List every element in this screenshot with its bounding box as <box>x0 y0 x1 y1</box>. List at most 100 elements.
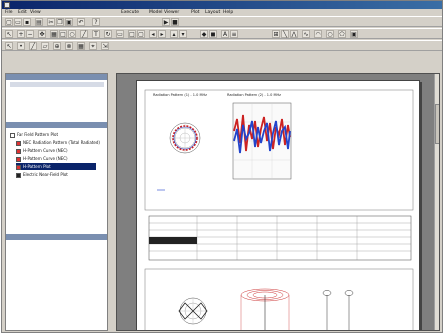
text-icon[interactable]: T <box>92 30 100 38</box>
toolbar-model: ↖ • ╱ ▱ ⊕ ⊗ ▦ ⌖ ⇲ <box>2 40 442 51</box>
zoom-out-icon[interactable]: − <box>26 30 34 38</box>
report-content: Radiation Pattern (1) - 1.0 MHz Radiatio… <box>144 89 414 330</box>
field-icon <box>16 172 21 178</box>
antenna-top <box>322 290 332 296</box>
color-icon[interactable]: ◆ <box>200 30 208 38</box>
plot2-title: Radiation Pattern (2) - 1.0 MHz <box>227 93 281 97</box>
scroll-thumb[interactable] <box>435 104 439 144</box>
zoom-window-icon[interactable]: ⊞ <box>272 30 280 38</box>
tree-item-h-pattern-2[interactable]: H-Pattern Curve (NEC) <box>16 155 68 162</box>
grid-icon[interactable]: ▦ <box>50 30 58 38</box>
font-icon[interactable]: A <box>221 30 229 38</box>
image-icon[interactable]: ▣ <box>350 30 358 38</box>
menu-view[interactable]: View <box>30 9 41 16</box>
arrow-right-icon[interactable]: ▸ <box>158 30 166 38</box>
line-tool-icon[interactable]: ╲ <box>281 30 289 38</box>
app-icon <box>4 2 10 8</box>
plot1-title: Radiation Pattern (1) - 1.0 MHz <box>153 93 207 97</box>
property-row[interactable] <box>10 249 106 256</box>
title-bar <box>2 1 442 9</box>
data-table <box>148 215 412 261</box>
polyline-icon[interactable]: ⋀ <box>290 30 298 38</box>
tree-item-nec-radiation[interactable]: NEC Radiation Pattern (Total Radiated) <box>16 139 100 146</box>
pattern-icon <box>16 140 21 146</box>
export-icon[interactable]: ⇲ <box>101 42 109 50</box>
property-row[interactable] <box>10 271 106 278</box>
copy-icon[interactable]: ❐ <box>56 18 64 26</box>
tree-item-h-pattern-1[interactable]: H-Pattern Curve (NEC) <box>16 147 68 154</box>
mesh-icon[interactable]: ▦ <box>77 42 85 50</box>
run-icon[interactable]: ▶ <box>162 18 170 26</box>
fit-icon[interactable]: ▭ <box>116 30 124 38</box>
fill-icon[interactable]: ◼ <box>209 30 217 38</box>
pane-title-project-tree <box>6 122 107 128</box>
property-row[interactable] <box>10 264 106 271</box>
wire-icon[interactable]: ╱ <box>29 42 37 50</box>
ellipse-icon[interactable]: ○ <box>68 30 76 38</box>
toolbar-standard: ▢ ▭ ▪ ▤ ✂ ❐ ▣ ↶ ? ▶ ■ <box>2 16 442 27</box>
menu-help[interactable]: Help <box>223 9 233 16</box>
tree-item-near-field[interactable]: Electric Near-Field Plot <box>16 171 68 178</box>
up-icon[interactable]: ▴ <box>170 30 178 38</box>
source-icon[interactable]: ⊕ <box>53 42 61 50</box>
frame-icon[interactable]: ▢ <box>137 30 145 38</box>
undo-icon[interactable]: ↶ <box>77 18 85 26</box>
menu-edit[interactable]: Edit <box>18 9 27 16</box>
save-icon[interactable]: ▪ <box>23 18 31 26</box>
menu-layout[interactable]: Layout <box>205 9 220 16</box>
menu-execute[interactable]: Execute <box>121 9 139 16</box>
down-icon[interactable]: ▾ <box>179 30 187 38</box>
probe-icon[interactable]: ⌖ <box>89 42 97 50</box>
menu-bar: File Edit View Execute Model Viewer Plot… <box>2 9 442 16</box>
application-window: File Edit View Execute Model Viewer Plot… <box>1 0 443 333</box>
arrow-icon[interactable]: ↖ <box>5 30 13 38</box>
plate-icon[interactable]: ▱ <box>41 42 49 50</box>
menu-model-viewer[interactable]: Model Viewer <box>149 9 179 16</box>
arc-icon[interactable]: ◠ <box>314 30 322 38</box>
tree-item-h-pattern-plot[interactable]: H-Pattern Plot <box>16 163 96 170</box>
menu-plot[interactable]: Plot <box>191 9 199 16</box>
paste-icon[interactable]: ▣ <box>65 18 73 26</box>
spline-icon[interactable]: ∿ <box>302 30 310 38</box>
menu-file[interactable]: File <box>5 9 13 16</box>
zoom-in-icon[interactable]: + <box>17 30 25 38</box>
node-icon[interactable]: • <box>17 42 25 50</box>
print-icon[interactable]: ▤ <box>35 18 43 26</box>
line-icon[interactable]: ╱ <box>80 30 88 38</box>
property-row[interactable] <box>10 295 106 302</box>
tree-item-far-field[interactable]: Far Field Pattern Plot <box>10 131 58 138</box>
antenna-top <box>344 290 354 296</box>
pane-title-variables <box>6 74 107 80</box>
report-page: Radiation Pattern (1) - 1.0 MHz Radiatio… <box>136 80 420 330</box>
stop-icon[interactable]: ■ <box>171 18 179 26</box>
help-icon[interactable]: ? <box>92 18 100 26</box>
align-icon[interactable]: ≡ <box>230 30 238 38</box>
new-icon[interactable]: ▢ <box>5 18 13 26</box>
variables-row[interactable] <box>10 97 104 102</box>
pattern-icon <box>16 148 21 154</box>
pane-title-properties <box>6 234 107 240</box>
open-icon[interactable]: ▭ <box>14 18 22 26</box>
toolbar-draw: ↖ + − ✥ ▦ □ ○ ╱ T ↻ ▭ □ ▢ ◂ ▸ ▴ ▾ ◆ ◼ A … <box>2 28 442 39</box>
cartesian-plot <box>232 102 292 180</box>
property-row[interactable] <box>10 278 106 285</box>
box-icon[interactable]: □ <box>128 30 136 38</box>
vertical-scrollbar[interactable] <box>434 74 439 330</box>
rotate-icon[interactable]: ↻ <box>104 30 112 38</box>
polygon-icon[interactable]: ⬠ <box>338 30 346 38</box>
property-row[interactable] <box>10 242 106 249</box>
select-icon[interactable]: ↖ <box>5 42 13 50</box>
pattern-icon <box>16 156 21 162</box>
arrow-left-icon[interactable]: ◂ <box>149 30 157 38</box>
document-viewport[interactable]: Radiation Pattern (1) - 1.0 MHz Radiatio… <box>116 73 440 331</box>
rect-icon[interactable]: □ <box>59 30 67 38</box>
folder-icon <box>10 132 15 138</box>
property-row[interactable] <box>10 309 106 316</box>
pan-icon[interactable]: ✥ <box>38 30 46 38</box>
left-dock: Far Field Pattern Plot NEC Radiation Pat… <box>5 73 108 331</box>
cut-icon[interactable]: ✂ <box>47 18 55 26</box>
lower-plots <box>144 268 414 330</box>
load-icon[interactable]: ⊗ <box>65 42 73 50</box>
circle-icon[interactable]: ○ <box>326 30 334 38</box>
property-row[interactable] <box>10 302 106 309</box>
